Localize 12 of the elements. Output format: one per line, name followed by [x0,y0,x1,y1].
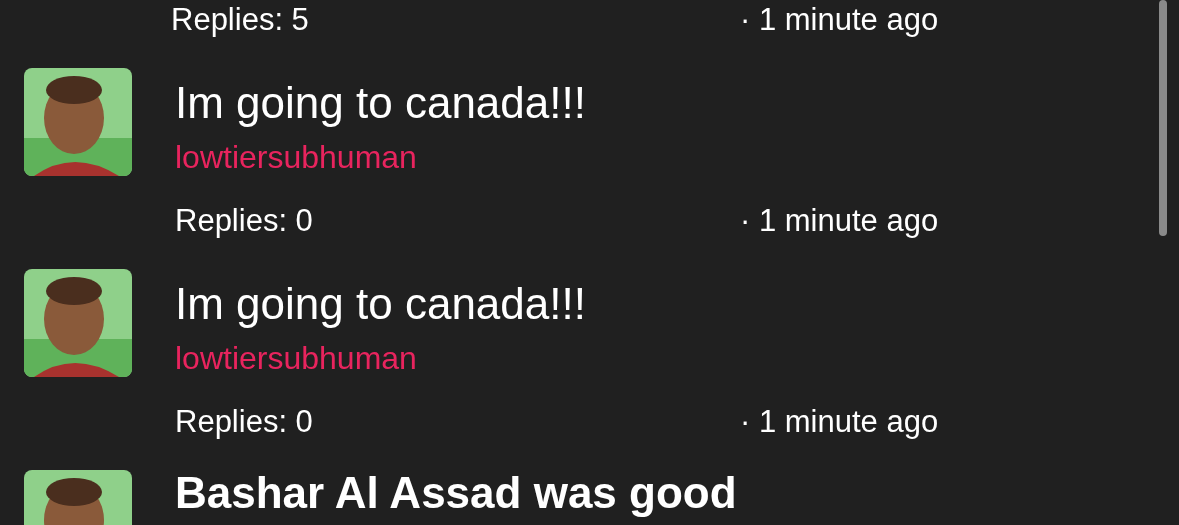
scrollbar[interactable] [1159,0,1167,236]
timestamp: · 1 minute ago [740,1,939,39]
post-title[interactable]: Im going to canada!!! [175,274,939,334]
reply-count: Replies: 0 [175,202,314,240]
post-title[interactable]: Im going to canada!!! [175,73,939,133]
timestamp: · 1 minute ago [740,202,939,240]
author-name[interactable]: lowtiersubhuman [175,340,417,376]
author-name[interactable]: lowtiersubhuman [175,139,417,175]
post-title[interactable]: Bashar Al Assad was good [175,470,737,516]
reply-count: Replies: 5 [171,1,310,39]
timestamp: · 1 minute ago [740,403,939,441]
reply-count: Replies: 0 [175,403,314,441]
